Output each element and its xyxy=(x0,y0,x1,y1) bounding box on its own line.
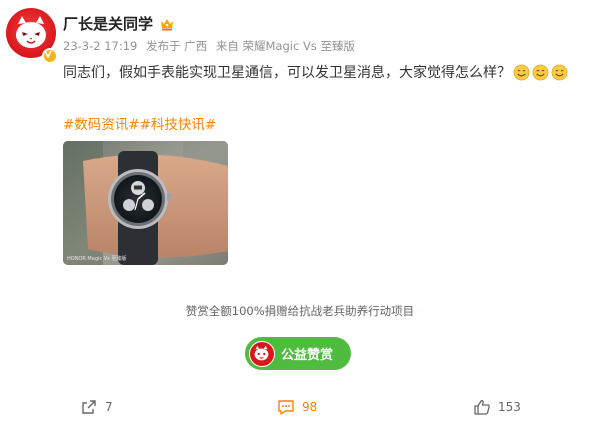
like-icon xyxy=(474,399,490,415)
share-action[interactable]: 7 xyxy=(80,398,113,416)
post-location: 发布于 广西 xyxy=(146,39,208,53)
verified-badge-icon xyxy=(42,48,58,64)
comment-count: 98 xyxy=(302,400,318,414)
smile-emoji-icon xyxy=(532,64,549,80)
share-count: 7 xyxy=(105,400,113,414)
smile-emoji-icon xyxy=(513,64,530,80)
smile-emoji-icon xyxy=(551,64,568,80)
like-action[interactable]: 153 xyxy=(473,398,521,416)
photo-watermark: HONOR Magic Vs 至臻版 xyxy=(67,256,127,262)
like-count: 153 xyxy=(498,400,521,414)
comment-action[interactable]: 98 xyxy=(277,398,317,416)
post-date[interactable]: 23-3-2 17:19 xyxy=(63,39,137,53)
reward-description: 赞赏全额100%捐赠给抗战老兵助养行动项目 xyxy=(185,304,415,318)
cat-mascot-icon xyxy=(254,345,269,360)
user-avatar[interactable] xyxy=(6,8,58,64)
watch-photo xyxy=(63,141,228,265)
share-icon xyxy=(82,400,96,414)
post-source: 来自 荣耀Magic Vs 至臻版 xyxy=(215,39,355,53)
reward-button[interactable]: 公益赞赏 xyxy=(245,337,351,370)
comment-icon xyxy=(278,400,294,415)
reward-avatar xyxy=(249,340,275,367)
username[interactable]: 厂长是关同学 xyxy=(63,13,153,34)
post-text: 同志们，假如手表能实现卫星通信，可以发卫星消息，大家觉得怎么样？ xyxy=(63,65,511,81)
reward-button-label: 公益赞赏 xyxy=(281,348,334,363)
post-header: 厂长是关同学 xyxy=(63,13,175,34)
post-image[interactable]: HONOR Magic Vs 至臻版 xyxy=(63,141,228,265)
post-actions: 7 98 153 xyxy=(0,398,600,426)
post-content: 同志们，假如手表能实现卫星通信，可以发卫星消息，大家觉得怎么样？ xyxy=(63,62,568,82)
post-tags[interactable]: #数码资讯##科技快讯# xyxy=(63,113,216,133)
crown-icon[interactable] xyxy=(159,16,175,32)
post-meta: 23-3-2 17:19 发布于 广西 来自 荣耀Magic Vs 至臻版 xyxy=(63,38,360,54)
